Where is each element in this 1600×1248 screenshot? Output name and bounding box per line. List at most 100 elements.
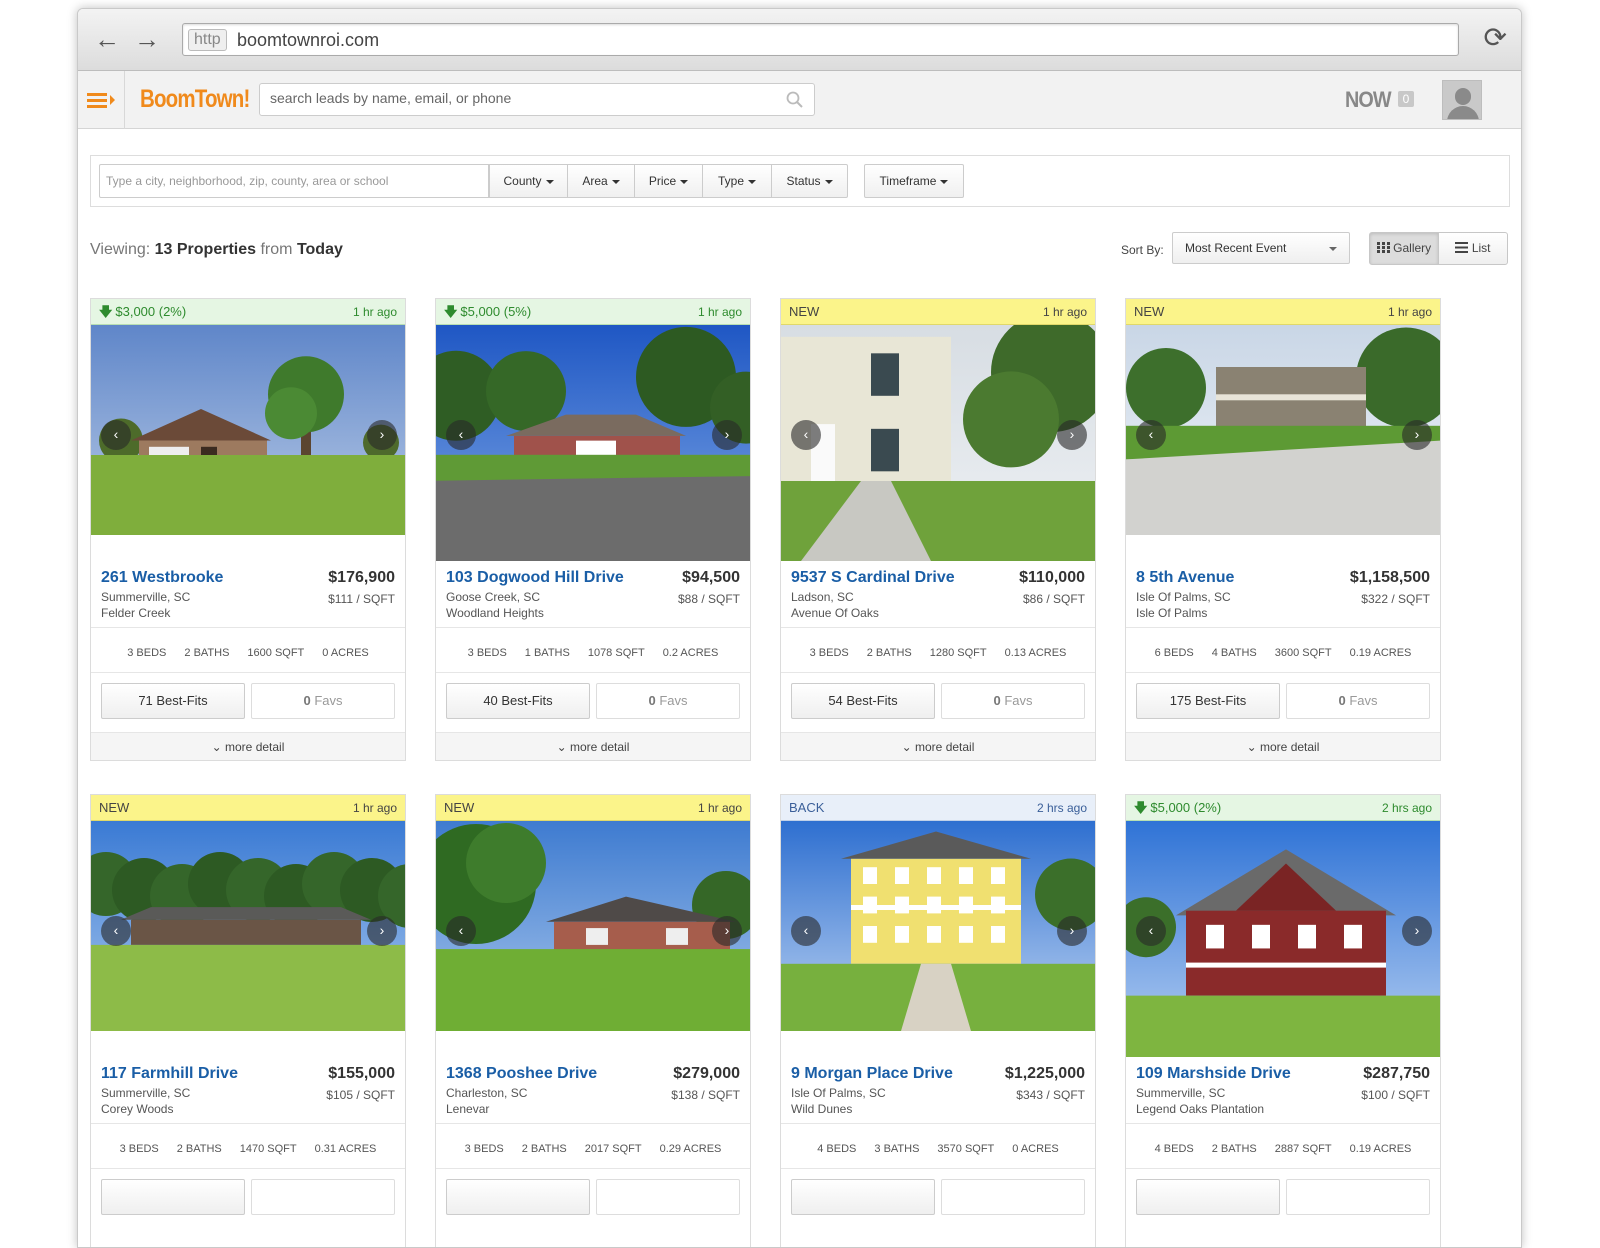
favs-button[interactable]: 0 Favs (251, 683, 395, 719)
prev-photo-icon[interactable]: ‹ (791, 916, 821, 946)
listing-city: Summerville, SC (101, 1086, 191, 1100)
chevron-down-icon: ⌄ (901, 740, 912, 754)
type-filter-button[interactable]: Type (702, 164, 772, 198)
favs-button[interactable] (941, 1179, 1085, 1215)
prev-photo-icon[interactable]: ‹ (1136, 420, 1166, 450)
now-label[interactable]: NOW (1345, 87, 1392, 113)
forward-arrow-icon[interactable]: → (134, 25, 160, 53)
favs-button[interactable] (1286, 1179, 1430, 1215)
listing-card[interactable]: NEW 1 hr ago ‹ › 8 5th Avenue $1,158,500 … (1125, 298, 1441, 761)
prev-photo-icon[interactable]: ‹ (101, 916, 131, 946)
listing-photo[interactable]: ‹ › (1126, 325, 1440, 535)
listing-neighborhood: Avenue Of Oaks (791, 606, 879, 620)
favs-button[interactable]: 0 Favs (1286, 683, 1430, 719)
next-photo-icon[interactable]: › (712, 420, 742, 450)
boomtown-logo[interactable]: BoomTown! (140, 85, 250, 114)
listing-address[interactable]: 117 Farmhill Drive (101, 1065, 238, 1083)
best-fits-button[interactable]: 175 Best-Fits (1136, 683, 1280, 719)
listing-photo[interactable]: ‹ › (436, 821, 750, 1031)
divider (91, 1123, 405, 1124)
prev-photo-icon[interactable]: ‹ (446, 420, 476, 450)
prev-photo-icon[interactable]: ‹ (101, 420, 131, 450)
next-photo-icon[interactable]: › (1402, 420, 1432, 450)
listing-stats: 3 BEDS 2 BATHS 1470 SQFT 0.31 ACRES (91, 1143, 405, 1155)
area-filter-button[interactable]: Area (567, 164, 635, 198)
listing-price-per-sqft: $111 / SQFT (328, 592, 395, 606)
best-fits-button[interactable]: 40 Best-Fits (446, 683, 590, 719)
listing-price: $279,000 (673, 1065, 740, 1082)
best-fits-button[interactable]: 71 Best-Fits (101, 683, 245, 719)
listing-photo[interactable]: ‹ › (436, 325, 750, 561)
next-photo-icon[interactable]: › (367, 916, 397, 946)
timeframe-filter-button[interactable]: Timeframe (864, 164, 964, 198)
search-icon[interactable] (784, 89, 806, 111)
more-detail-toggle[interactable]: ⌄ more detail (1126, 732, 1440, 760)
listing-address[interactable]: 103 Dogwood Hill Drive (446, 569, 624, 587)
listing-photo[interactable]: ‹ › (91, 325, 405, 535)
listing-photo[interactable]: ‹ › (781, 325, 1095, 561)
listing-photo[interactable]: ‹ › (781, 821, 1095, 1031)
next-photo-icon[interactable]: › (367, 420, 397, 450)
listing-card[interactable]: 🡇 $5,000 (5%) 1 hr ago ‹ › 103 Dogwood Hil… (435, 298, 751, 761)
next-photo-icon[interactable]: › (712, 916, 742, 946)
status-filter-button[interactable]: Status (771, 164, 848, 198)
prev-photo-icon[interactable]: ‹ (446, 916, 476, 946)
sort-select[interactable]: Most Recent Event (1172, 232, 1350, 264)
more-detail-toggle[interactable]: ⌄ more detail (781, 732, 1095, 760)
prev-photo-icon[interactable]: ‹ (791, 420, 821, 450)
user-avatar[interactable] (1442, 80, 1482, 120)
lead-search-box[interactable] (259, 83, 815, 116)
divider (781, 1123, 1095, 1124)
listing-address[interactable]: 261 Westbrooke (101, 569, 223, 587)
url-text[interactable]: boomtownroi.com (237, 30, 379, 51)
listing-address[interactable]: 109 Marshside Drive (1136, 1065, 1291, 1083)
county-filter-button[interactable]: County (489, 164, 568, 198)
listing-city: Goose Creek, SC (446, 590, 541, 604)
list-view-button[interactable]: List (1438, 232, 1508, 265)
listing-address[interactable]: 9 Morgan Place Drive (791, 1065, 953, 1083)
caret-down-icon (545, 179, 554, 184)
reload-icon[interactable]: ⟳ (1484, 23, 1507, 53)
listing-time: 2 hrs ago (1036, 801, 1087, 815)
price-filter-button[interactable]: Price (634, 164, 703, 198)
listing-price: $176,900 (328, 569, 395, 586)
listing-card[interactable]: NEW 1 hr ago ‹ › 1368 Pooshee Drive $279,… (435, 794, 751, 1247)
favs-button[interactable]: 0 Favs (941, 683, 1085, 719)
favs-button[interactable] (251, 1179, 395, 1215)
menu-toggle-button[interactable] (78, 71, 125, 129)
listing-photo[interactable]: ‹ › (91, 821, 405, 1031)
next-photo-icon[interactable]: › (1057, 420, 1087, 450)
listing-card[interactable]: NEW 1 hr ago ‹ › 117 Farmhill Drive $155,… (90, 794, 406, 1247)
caret-down-icon (1329, 247, 1337, 251)
prev-photo-icon[interactable]: ‹ (1136, 916, 1166, 946)
listing-card[interactable]: NEW 1 hr ago ‹ › 9537 S Cardinal Drive $1… (780, 298, 1096, 761)
sort-label: Sort By: (1121, 243, 1164, 257)
back-arrow-icon[interactable]: ← (94, 25, 120, 53)
best-fits-button[interactable] (791, 1179, 935, 1215)
more-detail-toggle[interactable]: ⌄ more detail (436, 732, 750, 760)
listing-address[interactable]: 8 5th Avenue (1136, 569, 1234, 587)
listing-photo[interactable]: ‹ › (1126, 821, 1440, 1057)
gallery-view-button[interactable]: Gallery (1369, 232, 1439, 265)
best-fits-button[interactable]: 54 Best-Fits (791, 683, 935, 719)
best-fits-button[interactable] (101, 1179, 245, 1215)
favs-button[interactable]: 0 Favs (596, 683, 740, 719)
listing-address[interactable]: 9537 S Cardinal Drive (791, 569, 955, 587)
listing-address[interactable]: 1368 Pooshee Drive (446, 1065, 597, 1083)
next-photo-icon[interactable]: › (1057, 916, 1087, 946)
location-search-input[interactable] (99, 164, 489, 198)
listing-card[interactable]: BACK 2 hrs ago ‹ › 9 Morgan Place Drive $… (780, 794, 1096, 1247)
lead-search-input[interactable] (270, 90, 770, 106)
more-detail-toggle[interactable]: ⌄ more detail (91, 732, 405, 760)
listing-card[interactable]: 🡇 $5,000 (2%) 2 hrs ago ‹ › 109 Marshside … (1125, 794, 1441, 1247)
favs-button[interactable] (596, 1179, 740, 1215)
listing-price: $110,000 (1019, 569, 1085, 586)
listing-status-badge: BACK 2 hrs ago (781, 795, 1095, 821)
listing-card[interactable]: 🡇 $3,000 (2%) 1 hr ago ‹ › 261 Westbrooke … (90, 298, 406, 761)
best-fits-button[interactable] (446, 1179, 590, 1215)
next-photo-icon[interactable]: › (1402, 916, 1432, 946)
listing-price-per-sqft: $343 / SQFT (1016, 1088, 1085, 1102)
address-bar[interactable]: http boomtownroi.com (182, 23, 1459, 56)
listing-acres: 0.19 ACRES (1349, 1143, 1412, 1155)
best-fits-button[interactable] (1136, 1179, 1280, 1215)
